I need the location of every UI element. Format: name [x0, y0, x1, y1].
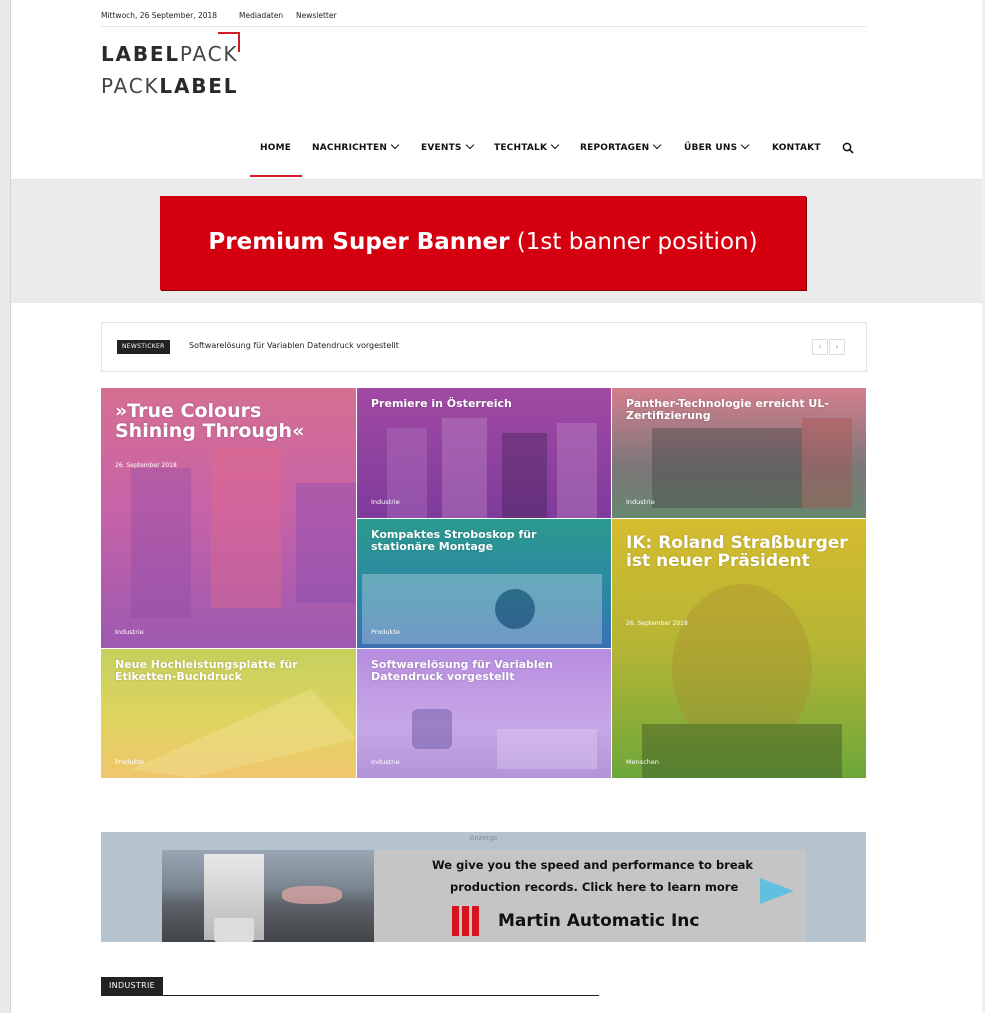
nav-label: KONTAKT: [772, 143, 821, 153]
tile-title: »True Colours Shining Through«: [115, 400, 305, 442]
ad-line-1: We give you the speed and performance to…: [432, 858, 754, 872]
chevron-down-icon: [390, 140, 400, 150]
nav-label: REPORTAGEN: [580, 143, 650, 153]
nav-item-events[interactable]: EVENTS: [421, 140, 474, 153]
featured-tile-premiere-oesterreich[interactable]: Premiere in Österreich Industrie: [357, 388, 611, 518]
tile-category[interactable]: Produkte: [115, 758, 144, 766]
nav-label: ÜBER UNS: [684, 143, 738, 153]
logo-word-pack: PACK: [179, 42, 239, 66]
tile-category[interactable]: Menschen: [626, 758, 659, 766]
section-header-industrie: INDUSTRIE: [101, 977, 599, 996]
newsticker-label: NEWSTICKER: [117, 340, 170, 354]
current-date: Mittwoch, 26 September, 2018: [101, 11, 218, 20]
featured-tile-roland-strassburger[interactable]: IK: Roland Straßburger ist neuer Präside…: [612, 519, 866, 778]
featured-grid: »True Colours Shining Through« 26. Septe…: [101, 388, 866, 778]
logo-word-label-2: LABEL: [159, 74, 239, 98]
tile-title: Premiere in Österreich: [371, 397, 512, 410]
top-bar: Mittwoch, 26 September, 2018 Mediadaten …: [101, 9, 866, 27]
newsletter-link[interactable]: Newsletter: [296, 11, 337, 20]
tile-category[interactable]: Industrie: [371, 758, 400, 766]
logo-line-2: PACKLABEL: [101, 74, 238, 98]
ad-label: Anzeige: [469, 834, 498, 842]
premium-super-banner[interactable]: Premium Super Banner (1st banner positio…: [160, 196, 806, 290]
chevron-down-icon: [550, 140, 560, 150]
featured-tile-true-colours[interactable]: »True Colours Shining Through« 26. Septe…: [101, 388, 356, 648]
chevron-down-icon: [741, 140, 750, 150]
browser-left-edge: [0, 0, 11, 1013]
nav-item-kontakt[interactable]: KONTAKT: [772, 143, 821, 153]
tile-date: 26. September 2018: [626, 620, 688, 627]
newsticker-prev-button[interactable]: ‹: [812, 339, 828, 355]
super-banner-text: Premium Super Banner (1st banner positio…: [160, 229, 806, 255]
newsticker-headline[interactable]: Softwarelösung für Variablen Datendruck …: [189, 341, 399, 350]
tile-category[interactable]: Industrie: [626, 498, 655, 506]
tile-title: Neue Hochleistungsplatte für Etiketten-B…: [115, 658, 298, 683]
logo-word-label: LABEL: [101, 42, 180, 66]
logo-line-1: LABELPACK: [101, 42, 238, 66]
chevron-down-icon: [465, 140, 474, 150]
logo-word-pack-2: PACK: [101, 74, 160, 98]
tile-category[interactable]: Industrie: [371, 498, 400, 506]
nav-active-indicator: [250, 175, 302, 177]
nav-item-nachrichten[interactable]: NACHRICHTEN: [312, 140, 400, 153]
nav-label: EVENTS: [421, 143, 462, 153]
roll-graphic: [214, 918, 254, 942]
car-graphic: [282, 886, 342, 904]
featured-tile-panther-technologie[interactable]: Panther-Technologie erreicht UL-Zertifiz…: [612, 388, 866, 518]
ad-company-name: Martin Automatic Inc: [498, 911, 700, 931]
super-banner-rest: (1st banner position): [509, 229, 758, 255]
newsticker-next-button[interactable]: ›: [829, 339, 845, 355]
ad-photo: [162, 850, 374, 942]
nav-label: TECHTALK: [494, 143, 548, 153]
newsticker: NEWSTICKER Softwarelösung für Variablen …: [101, 322, 867, 372]
nav-label: HOME: [260, 143, 292, 153]
tile-title: Panther-Technologie erreicht UL-Zertifiz…: [626, 397, 829, 422]
nav-item-home[interactable]: HOME: [260, 143, 291, 153]
super-banner-bold: Premium Super Banner: [208, 229, 510, 255]
site-logo[interactable]: LABELPACK PACKLABEL: [101, 32, 251, 102]
ad-line-2: production records. Click here to learn …: [450, 880, 739, 894]
tile-date: 26. September 2018: [115, 462, 177, 469]
martin-automatic-ad[interactable]: We give you the speed and performance to…: [162, 850, 806, 942]
ad-area: Anzeige We give you the speed and perfor…: [101, 832, 866, 942]
tile-title: Softwarelösung für Variablen Datendruck …: [371, 658, 553, 683]
main-nav: HOME NACHRICHTEN EVENTS TECHTALK REPORTA…: [250, 140, 870, 178]
featured-tile-stroboskop[interactable]: Kompaktes Stroboskop für stationäre Mont…: [357, 519, 611, 648]
mediadaten-link[interactable]: Mediadaten: [239, 11, 283, 20]
tile-title: IK: Roland Straßburger ist neuer Präside…: [626, 533, 848, 571]
super-banner-area: Premium Super Banner (1st banner positio…: [11, 179, 982, 303]
chevron-down-icon: [653, 140, 662, 150]
martin-logo-icon: [452, 906, 480, 936]
tile-category[interactable]: Industrie: [115, 628, 144, 636]
nav-label: NACHRICHTEN: [312, 143, 388, 153]
play-arrow-icon: [760, 878, 794, 904]
featured-tile-hochleistungsplatte[interactable]: Neue Hochleistungsplatte für Etiketten-B…: [101, 649, 356, 778]
tile-title: Kompaktes Stroboskop für stationäre Mont…: [371, 528, 537, 553]
tile-category[interactable]: Produkte: [371, 628, 400, 636]
featured-tile-softwareloesung[interactable]: Softwarelösung für Variablen Datendruck …: [357, 649, 611, 778]
nav-item-techtalk[interactable]: TECHTALK: [494, 140, 560, 153]
nav-item-reportagen[interactable]: REPORTAGEN: [580, 140, 662, 153]
section-label[interactable]: INDUSTRIE: [101, 977, 163, 995]
nav-item-ueber-uns[interactable]: ÜBER UNS: [684, 140, 750, 153]
search-icon[interactable]: [842, 142, 854, 154]
